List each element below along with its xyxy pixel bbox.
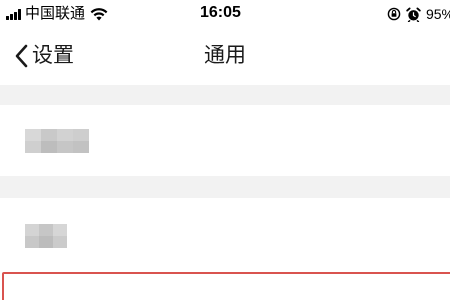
status-left: 中国联通: [6, 5, 109, 23]
blurred-label: [25, 224, 67, 248]
blurred-label: [25, 129, 89, 153]
carrier-name: 中国联通: [25, 5, 86, 22]
wifi-icon: [90, 8, 108, 21]
rotation-lock-icon: [387, 7, 401, 21]
list-item[interactable]: [0, 198, 450, 270]
status-time: 16:05: [200, 4, 241, 21]
battery-percentage: 95%: [425, 6, 450, 22]
section-separator: [0, 85, 450, 105]
navigation-bar: 设置 通用: [0, 30, 450, 85]
highlighted-list-item[interactable]: [2, 272, 450, 300]
section-separator: [0, 176, 450, 198]
signal-icon: [6, 8, 21, 20]
list-item[interactable]: [0, 105, 450, 176]
status-right: 95%: [387, 5, 450, 23]
status-bar: 中国联通 16:05 95%: [0, 0, 450, 30]
page-title: 通用: [204, 44, 246, 67]
alarm-icon: [406, 7, 421, 22]
